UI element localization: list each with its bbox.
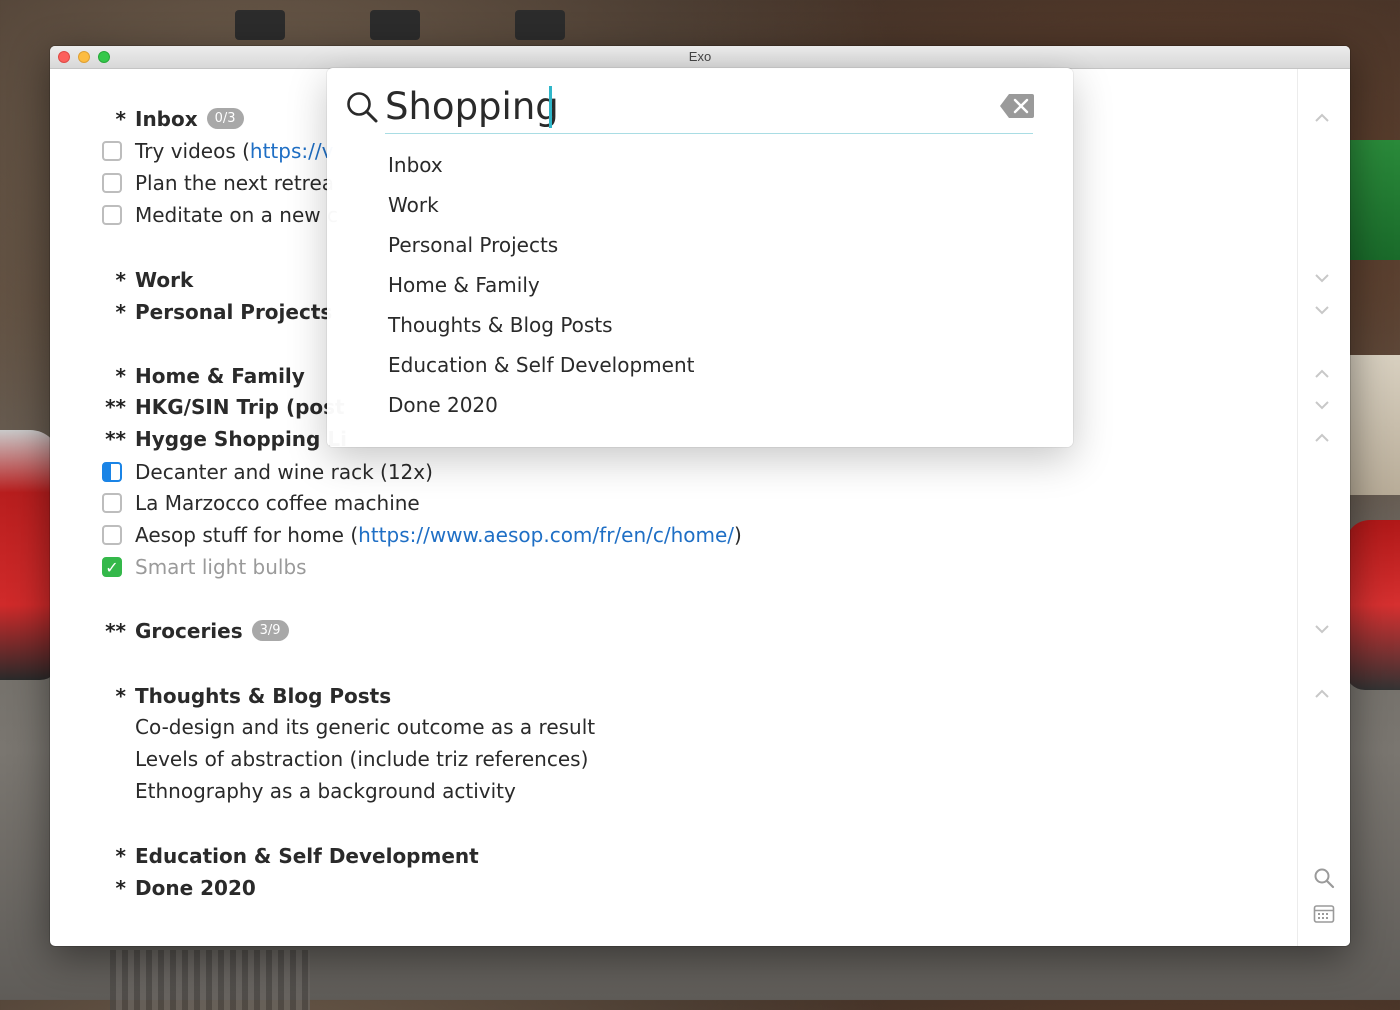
heading-marker: **	[105, 395, 126, 419]
heading-marker: *	[115, 300, 126, 324]
chevron-up-icon[interactable]	[1314, 111, 1334, 123]
task-text: Decanter and wine rack (12x)	[135, 460, 433, 484]
note-text: Co-design and its generic outcome as a r…	[135, 715, 596, 739]
chevron-up-icon[interactable]	[1314, 687, 1334, 699]
search-result[interactable]: Thoughts & Blog Posts	[388, 310, 613, 340]
task-checkbox-in-progress[interactable]	[102, 462, 122, 482]
heading-label: Done 2020	[135, 876, 256, 900]
search-underline	[385, 133, 1033, 134]
search-icon[interactable]	[1313, 867, 1335, 889]
calendar-icon[interactable]	[1313, 903, 1335, 925]
heading-marker: *	[115, 107, 126, 131]
task-link[interactable]: https://v	[250, 139, 334, 163]
search-popup: Inbox Work Personal Projects Home & Fami…	[327, 68, 1073, 447]
task-checkbox[interactable]	[102, 205, 122, 225]
task-checkbox[interactable]	[102, 173, 122, 193]
street-lamp	[370, 10, 420, 40]
text-caret	[549, 86, 552, 128]
task-text: Smart light bulbs	[135, 555, 307, 579]
heading-label: Education & Self Development	[135, 844, 479, 868]
chevron-down-icon[interactable]	[1314, 623, 1334, 635]
search-result[interactable]: Education & Self Development	[388, 350, 694, 380]
heading-label: Personal Projects	[135, 300, 333, 324]
heading-marker: **	[105, 427, 126, 451]
chevron-down-icon[interactable]	[1314, 272, 1334, 284]
street-lamp	[235, 10, 285, 40]
street-lamp	[515, 10, 565, 40]
search-result[interactable]: Inbox	[388, 150, 443, 180]
right-rail	[1297, 69, 1350, 946]
heading-marker: *	[115, 364, 126, 388]
chevron-down-icon[interactable]	[1314, 399, 1334, 411]
search-result[interactable]: Work	[388, 190, 439, 220]
chevron-up-icon[interactable]	[1314, 431, 1334, 443]
search-result[interactable]: Personal Projects	[388, 230, 558, 260]
heading-label: Groceries	[135, 619, 243, 643]
task-text: Plan the next retrea	[135, 171, 335, 195]
task-checkbox[interactable]	[102, 141, 122, 161]
heading-label: Inbox	[135, 107, 198, 131]
count-badge: 0/3	[206, 108, 244, 129]
window-title: Exo	[688, 49, 712, 64]
heading-marker: *	[115, 844, 126, 868]
clear-icon[interactable]	[999, 92, 1035, 120]
task-checkbox-done[interactable]: ✓	[102, 557, 122, 577]
search-input[interactable]	[385, 82, 985, 130]
task-checkbox[interactable]	[102, 525, 122, 545]
shop-sign	[1350, 355, 1400, 495]
heading-marker: *	[115, 876, 126, 900]
task-checkbox[interactable]	[102, 493, 122, 513]
red-taxi	[1345, 520, 1400, 690]
shop-sign	[1350, 140, 1400, 260]
titlebar: Exo	[50, 46, 1350, 69]
heading-label: Home & Family	[135, 364, 305, 388]
heading-label: Hygge Shopping Li	[135, 427, 347, 451]
heading-label: HKG/SIN Trip (post	[135, 395, 345, 419]
heading-marker: **	[105, 619, 126, 643]
search-icon	[347, 92, 378, 123]
heading-label: Thoughts & Blog Posts	[135, 684, 392, 708]
task-text: Meditate on a new c	[135, 203, 338, 227]
count-badge: 3/9	[251, 620, 289, 641]
note-text: Ethnography as a background activity	[135, 779, 516, 803]
chevron-down-icon[interactable]	[1314, 304, 1334, 316]
task-text-suffix: )	[734, 523, 742, 547]
task-link[interactable]: https://www.aesop.com/fr/en/c/home/	[358, 523, 734, 547]
task-text: La Marzocco coffee machine	[135, 491, 420, 515]
heading-label: Work	[135, 268, 194, 292]
task-text: Aesop stuff for home (	[135, 523, 359, 547]
search-result[interactable]: Done 2020	[388, 390, 498, 420]
search-result[interactable]: Home & Family	[388, 270, 540, 300]
heading-marker: *	[115, 684, 126, 708]
drain-grate	[110, 950, 310, 1010]
chevron-up-icon[interactable]	[1314, 367, 1334, 379]
task-text: Try videos (	[135, 139, 250, 163]
heading-marker: *	[115, 268, 126, 292]
note-text: Levels of abstraction (include triz refe…	[135, 747, 589, 771]
